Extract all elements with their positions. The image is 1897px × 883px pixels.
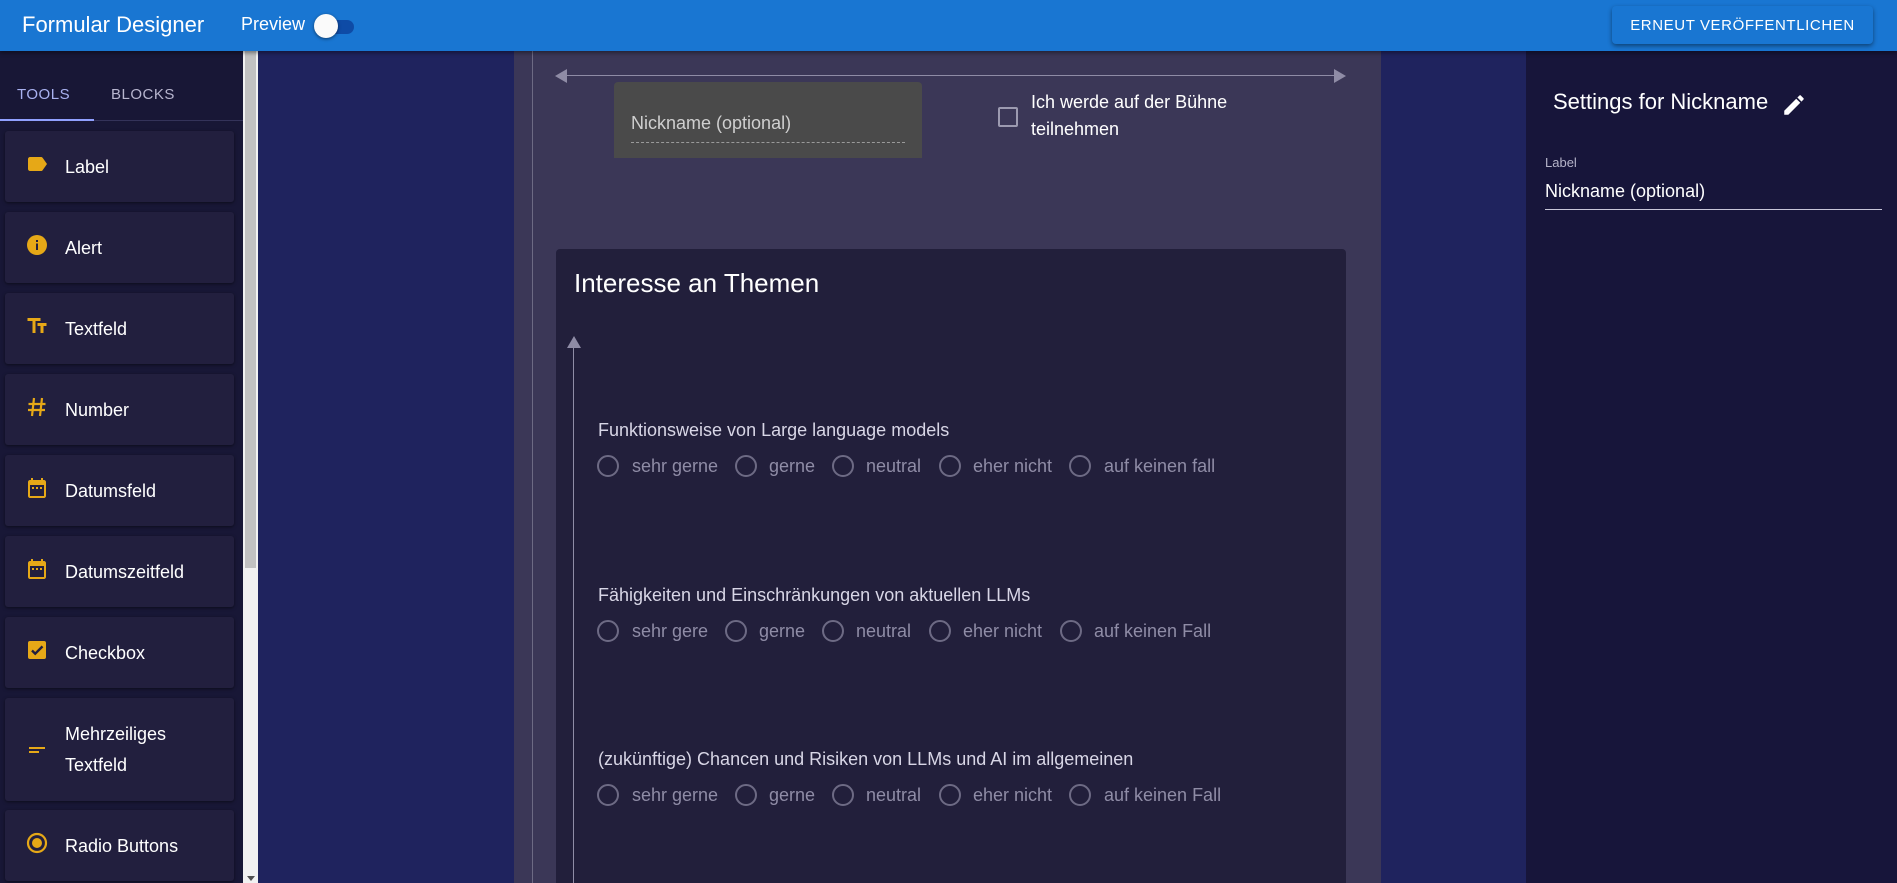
nickname-field-label: Nickname (optional) (631, 113, 792, 133)
radio-option-label: gerne (759, 621, 806, 641)
tool-label: Radio Buttons (65, 836, 179, 856)
radio-button-icon (24, 830, 50, 856)
tool-label: Mehrzeiliges Textfeld (65, 724, 167, 775)
tool-item-datumsfeld[interactable]: Datumsfeld (5, 455, 234, 526)
radio-option-label: auf keinen Fall (1094, 621, 1212, 641)
radio-option[interactable] (597, 455, 619, 477)
tool-item-checkbox[interactable]: Checkbox (5, 617, 234, 688)
stage-checkbox-label: Ich werde auf der Bühne teilnehmen (1031, 92, 1228, 139)
radio-option-label: gerne (769, 785, 816, 805)
preview-toggle[interactable] (314, 14, 356, 38)
radio-option-label: eher nicht (963, 621, 1043, 641)
nickname-field-underline (631, 142, 905, 143)
radio-option[interactable] (1069, 455, 1091, 477)
multiline-icon (24, 736, 50, 762)
radio-option[interactable] (929, 620, 951, 642)
text-fields-icon (24, 313, 50, 339)
horizontal-layout-arrow (563, 75, 1343, 76)
label-field-caption: Label (1545, 155, 1577, 170)
radio-option-label: auf keinen fall (1104, 456, 1216, 476)
calendar-icon (24, 475, 50, 501)
tool-item-radio-buttons[interactable]: Radio Buttons (5, 810, 234, 881)
info-icon (24, 232, 50, 258)
label-input-value: Nickname (optional) (1545, 181, 1706, 201)
label-icon (24, 151, 50, 177)
edit-pencil-icon[interactable] (1781, 92, 1807, 118)
radio-option-label: eher nicht (973, 456, 1053, 476)
radio-option[interactable] (725, 620, 747, 642)
preview-toggle-thumb (314, 14, 338, 38)
vertical-layout-arrow (573, 345, 574, 883)
radio-option[interactable] (735, 784, 757, 806)
radio-option-label: gerne (769, 456, 816, 476)
radio-option-label: sehr gerne (632, 456, 719, 476)
radio-option-label: neutral (866, 785, 922, 805)
sidebar-tabs: TOOLS BLOCKS (0, 51, 243, 121)
radio-option[interactable] (735, 455, 757, 477)
radio-option[interactable] (822, 620, 844, 642)
label-input[interactable]: Nickname (optional) (1545, 176, 1882, 210)
question-label: Funktionsweise von Large language models (598, 420, 950, 440)
tool-item-textfeld[interactable]: Textfeld (5, 293, 234, 364)
tool-item-label[interactable]: Label (5, 131, 234, 202)
radio-option[interactable] (1060, 620, 1082, 642)
calendar-icon (24, 556, 50, 582)
tool-label: Textfeld (65, 319, 128, 339)
question-label: (zukünftige) Chancen und Risiken von LLM… (598, 749, 1134, 769)
radio-option[interactable] (1069, 784, 1091, 806)
radio-option-label: sehr gerne (632, 785, 719, 805)
tab-tools[interactable]: TOOLS (17, 86, 70, 103)
app-title: Formular Designer (22, 12, 205, 37)
radio-option[interactable] (939, 784, 961, 806)
arrow-right-icon (1334, 69, 1346, 83)
checkbox-icon (24, 637, 50, 663)
hash-icon (24, 394, 50, 420)
form-guide-line (532, 51, 533, 883)
radio-option-label: neutral (866, 456, 922, 476)
active-tab-indicator (0, 119, 94, 121)
arrow-left-icon (555, 69, 567, 83)
tool-item-alert[interactable]: Alert (5, 212, 234, 283)
radio-option-label: eher nicht (973, 785, 1053, 805)
scrollbar-thumb[interactable] (245, 51, 256, 568)
radio-option-label: sehr gere (632, 621, 709, 641)
preview-label: Preview (241, 14, 306, 34)
settings-title: Settings for Nickname (1553, 89, 1769, 114)
tool-item-datumszeitfeld[interactable]: Datumszeitfeld (5, 536, 234, 607)
stage-checkbox[interactable] (998, 107, 1018, 127)
radio-option-label: neutral (856, 621, 912, 641)
nickname-field[interactable]: Nickname (optional) (614, 82, 922, 158)
interest-section-title: Interesse an Themen (574, 268, 820, 298)
tool-label: Datumsfeld (65, 481, 157, 501)
radio-option[interactable] (832, 455, 854, 477)
arrow-up-icon (567, 336, 581, 348)
sidebar-scrollbar[interactable] (243, 51, 258, 883)
radio-option[interactable] (597, 784, 619, 806)
tools-sidebar: TOOLS BLOCKS Label Alert Textfeld Number… (0, 51, 243, 883)
publish-button[interactable]: ERNEUT VERÖFFENTLICHEN (1612, 6, 1873, 44)
tool-item-number[interactable]: Number (5, 374, 234, 445)
question-label: Fähigkeiten und Einschränkungen von aktu… (598, 585, 1031, 605)
app-bar: Formular Designer Preview ERNEUT VERÖFFE… (0, 0, 1897, 51)
tool-label: Checkbox (65, 643, 146, 663)
tool-label: Label (65, 157, 110, 177)
radio-option[interactable] (832, 784, 854, 806)
radio-option-label: auf keinen Fall (1104, 785, 1222, 805)
tool-label: Alert (65, 238, 103, 258)
scroll-down-arrow-icon[interactable] (247, 876, 255, 881)
radio-option[interactable] (939, 455, 961, 477)
tool-label: Datumszeitfeld (65, 562, 185, 582)
radio-option[interactable] (597, 620, 619, 642)
tool-label: Number (65, 400, 130, 420)
tool-item-mehrzeiliges-textfeld[interactable]: Mehrzeiliges Textfeld (5, 698, 234, 801)
tab-blocks[interactable]: BLOCKS (111, 86, 175, 103)
